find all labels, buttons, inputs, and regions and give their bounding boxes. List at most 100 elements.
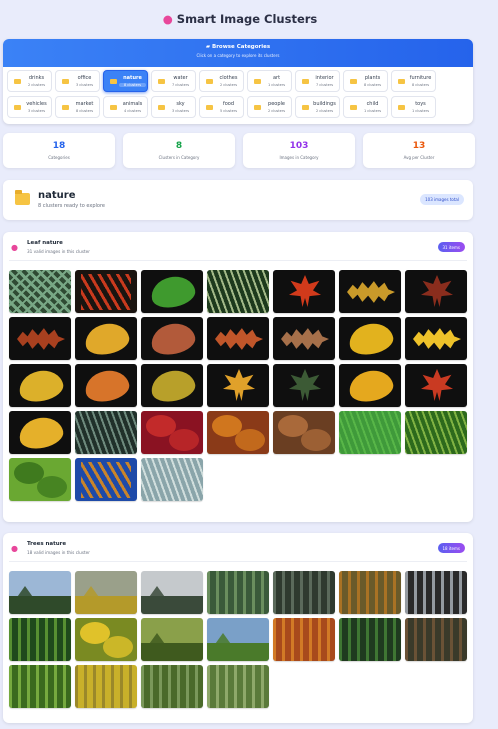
image-thumbnail[interactable] <box>141 458 203 501</box>
stat-value: 18 <box>52 141 66 151</box>
category-button-drinks[interactable]: drinks 2 clusters <box>7 70 52 92</box>
category-button-nature[interactable]: nature 8 clusters <box>103 70 148 92</box>
category-label: food <box>222 101 235 107</box>
image-thumbnail[interactable] <box>405 571 467 614</box>
image-thumbnail[interactable] <box>9 665 71 708</box>
folder-icon <box>110 105 117 110</box>
folder-icon <box>254 105 261 110</box>
category-count: 7 clusters <box>315 83 334 87</box>
image-thumbnail[interactable] <box>273 618 335 661</box>
folder-icon <box>14 105 21 110</box>
image-thumbnail[interactable] <box>207 364 269 407</box>
category-label: animals <box>122 101 143 107</box>
image-thumbnail[interactable] <box>339 364 401 407</box>
image-thumbnail[interactable] <box>141 618 203 661</box>
image-thumbnail[interactable] <box>9 411 71 454</box>
category-button-clothes[interactable]: clothes 2 clusters <box>199 70 244 92</box>
category-button-food[interactable]: food 5 clusters <box>199 96 244 118</box>
stat-label: Images in Category <box>279 155 319 160</box>
image-thumbnail[interactable] <box>75 270 137 313</box>
category-button-art[interactable]: art 1 clusters <box>247 70 292 92</box>
image-thumbnail[interactable] <box>207 270 269 313</box>
image-thumbnail[interactable] <box>75 411 137 454</box>
category-subtitle: 8 clusters ready to explore <box>38 203 105 209</box>
image-thumbnail[interactable] <box>405 317 467 360</box>
brain-icon: ● <box>11 243 18 252</box>
image-thumbnail[interactable] <box>141 364 203 407</box>
stats-row: 18 Categories 8 Clusters in Category 103 Imag… <box>3 133 475 168</box>
image-thumbnail[interactable] <box>75 458 137 501</box>
folder-icon <box>302 105 309 110</box>
image-thumbnail[interactable] <box>141 270 203 313</box>
folder-icon <box>398 105 405 110</box>
image-thumbnail[interactable] <box>207 571 269 614</box>
image-thumbnail[interactable] <box>207 665 269 708</box>
image-thumbnail[interactable] <box>405 618 467 661</box>
image-thumbnail[interactable] <box>9 458 71 501</box>
category-label: nature <box>123 75 142 81</box>
image-thumbnail[interactable] <box>9 571 71 614</box>
category-label: drinks <box>28 75 45 81</box>
stat-card: 18 Categories <box>3 133 115 168</box>
category-button-child[interactable]: child 1 clusters <box>343 96 388 118</box>
category-count: 5 clusters <box>219 109 238 113</box>
image-thumbnail[interactable] <box>207 317 269 360</box>
image-thumbnail[interactable] <box>75 665 137 708</box>
category-button-furniture[interactable]: furniture 8 clusters <box>391 70 436 92</box>
folder-icon <box>158 105 165 110</box>
image-thumbnail[interactable] <box>273 270 335 313</box>
image-thumbnail[interactable] <box>75 571 137 614</box>
category-button-people[interactable]: people 2 clusters <box>247 96 292 118</box>
image-thumbnail[interactable] <box>75 618 137 661</box>
category-button-office[interactable]: office 3 clusters <box>55 70 100 92</box>
image-thumbnail[interactable] <box>75 364 137 407</box>
image-thumbnail[interactable] <box>405 411 467 454</box>
category-button-water[interactable]: water 7 clusters <box>151 70 196 92</box>
image-thumbnail[interactable] <box>9 317 71 360</box>
image-thumbnail[interactable] <box>339 571 401 614</box>
image-thumbnail[interactable] <box>339 411 401 454</box>
image-thumbnail[interactable] <box>339 618 401 661</box>
cluster-title: Trees nature <box>27 541 67 547</box>
image-thumbnail[interactable] <box>141 317 203 360</box>
category-row-1: drinks 2 clusters office 3 clusters nature 8 … <box>7 70 436 92</box>
image-thumbnail[interactable] <box>339 270 401 313</box>
folder-icon <box>158 79 165 84</box>
image-thumbnail[interactable] <box>141 411 203 454</box>
category-count: 8 clusters <box>411 83 430 87</box>
image-thumbnail[interactable] <box>273 571 335 614</box>
image-thumbnail[interactable] <box>141 665 203 708</box>
image-thumbnail[interactable] <box>9 618 71 661</box>
category-count: 7 clusters <box>171 83 190 87</box>
image-thumbnail[interactable] <box>339 317 401 360</box>
browse-title: ▰ Browse Categories <box>3 44 473 50</box>
category-button-interior[interactable]: interior 7 clusters <box>295 70 340 92</box>
category-button-sky[interactable]: sky 3 clusters <box>151 96 196 118</box>
category-button-plants[interactable]: plants 8 clusters <box>343 70 388 92</box>
image-thumbnail[interactable] <box>141 571 203 614</box>
category-label: interior <box>315 75 334 81</box>
category-button-toys[interactable]: toys 1 clusters <box>391 96 436 118</box>
category-button-market[interactable]: market 8 clusters <box>55 96 100 118</box>
category-button-vehicles[interactable]: vehicles 3 clusters <box>7 96 52 118</box>
category-count: 3 clusters <box>171 109 190 113</box>
cluster-card: ● Leaf nature 31 valid images in this clus… <box>3 232 473 522</box>
folder-icon <box>206 105 213 110</box>
image-thumbnail[interactable] <box>207 411 269 454</box>
browse-subtitle: Click on a category to explore its clust… <box>196 53 280 58</box>
image-thumbnail[interactable] <box>405 364 467 407</box>
image-thumbnail[interactable] <box>273 364 335 407</box>
category-button-buildings[interactable]: buildings 2 clusters <box>295 96 340 118</box>
image-thumbnail[interactable] <box>9 364 71 407</box>
image-thumbnail[interactable] <box>75 317 137 360</box>
image-thumbnail[interactable] <box>273 411 335 454</box>
stat-card: 103 Images in Category <box>243 133 355 168</box>
image-thumbnail[interactable] <box>273 317 335 360</box>
browse-header: ▰ Browse Categories Click on a category … <box>3 39 473 67</box>
category-button-animals[interactable]: animals 4 clusters <box>103 96 148 118</box>
image-thumbnail[interactable] <box>405 270 467 313</box>
browse-title-text: Browse Categories <box>212 44 271 50</box>
folder-icon <box>206 79 213 84</box>
image-thumbnail[interactable] <box>9 270 71 313</box>
image-thumbnail[interactable] <box>207 618 269 661</box>
